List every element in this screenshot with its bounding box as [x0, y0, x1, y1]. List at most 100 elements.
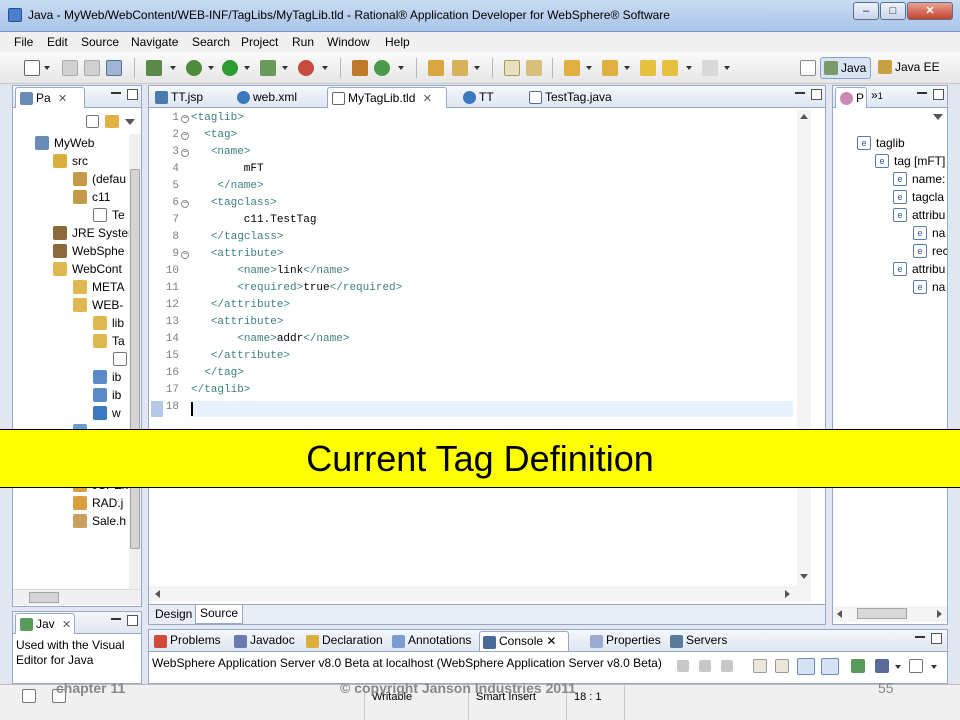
- outline-item[interactable]: e tagcla: [893, 188, 947, 206]
- new-class-dropdown-icon[interactable]: [398, 66, 404, 70]
- tree-item[interactable]: WebSphe: [53, 242, 129, 260]
- tab-javadoc[interactable]: Javadoc: [231, 631, 301, 651]
- outline-item[interactable]: e rec: [913, 242, 947, 260]
- run-icon[interactable]: [222, 60, 238, 76]
- maximize-view-icon[interactable]: [811, 89, 822, 100]
- new-dropdown-icon[interactable]: [44, 66, 50, 70]
- fold-toggle-icon[interactable]: −: [181, 132, 189, 140]
- tab-package-explorer[interactable]: Pa ✕: [15, 87, 85, 108]
- scroll-down-icon[interactable]: [800, 574, 808, 579]
- clear-console-icon[interactable]: [753, 659, 767, 673]
- show-on-error-icon[interactable]: [821, 658, 839, 675]
- tree-item[interactable]: ib: [93, 368, 129, 386]
- menu-source[interactable]: Source: [81, 35, 119, 49]
- show-on-output-icon[interactable]: [797, 658, 815, 675]
- scroll-up-icon[interactable]: [800, 114, 808, 119]
- collapse-all-icon[interactable]: [86, 115, 99, 128]
- fold-toggle-icon[interactable]: −: [181, 149, 189, 157]
- open-console-dropdown-icon[interactable]: [931, 665, 937, 669]
- display-console-icon[interactable]: [875, 659, 889, 673]
- terminate-icon[interactable]: [677, 660, 689, 672]
- explorer-hscrollbar[interactable]: [13, 589, 141, 605]
- scroll-lock-icon[interactable]: [775, 659, 789, 673]
- tree-item[interactable]: MyWeb: [35, 134, 129, 152]
- tab-web-xml[interactable]: web.xml: [233, 87, 323, 108]
- back-icon[interactable]: [662, 60, 678, 76]
- menu-file[interactable]: File: [14, 35, 33, 49]
- scroll-left-icon[interactable]: [837, 610, 842, 618]
- maximize-view-icon[interactable]: [931, 633, 942, 644]
- explorer-vscrollbar[interactable]: [129, 134, 141, 589]
- tree-item[interactable]: w: [93, 404, 129, 422]
- external-tools-icon[interactable]: [298, 60, 314, 76]
- tree-item[interactable]: Sale.h: [73, 512, 129, 530]
- previous-annotation-icon[interactable]: [602, 60, 618, 76]
- new-icon[interactable]: [24, 60, 40, 76]
- outline-item[interactable]: e attribu: [893, 260, 947, 278]
- menu-edit[interactable]: Edit: [47, 35, 68, 49]
- build-icon[interactable]: [146, 60, 162, 76]
- toggle-mark-icon[interactable]: [526, 60, 542, 76]
- new-java-project-icon[interactable]: [352, 60, 368, 76]
- outline-item[interactable]: e na: [913, 278, 947, 296]
- open-type-icon[interactable]: [428, 60, 444, 76]
- annotation-icon[interactable]: [504, 60, 520, 76]
- tab-tt-browser[interactable]: TT: [459, 87, 519, 108]
- tree-item[interactable]: src: [53, 152, 129, 170]
- profile-icon[interactable]: [260, 60, 276, 76]
- open-console-icon[interactable]: [909, 659, 923, 673]
- explorer-vscroll-thumb[interactable]: [130, 169, 140, 549]
- tab-servers[interactable]: Servers: [667, 631, 731, 651]
- scroll-right-icon[interactable]: [937, 610, 942, 618]
- menu-help[interactable]: Help: [385, 35, 410, 49]
- pin-console-icon[interactable]: [851, 659, 865, 673]
- tree-item[interactable]: lib: [93, 314, 129, 332]
- view-menu-icon[interactable]: [125, 119, 135, 125]
- minimize-view-icon[interactable]: [111, 618, 121, 620]
- outline-item[interactable]: e taglib: [857, 134, 947, 152]
- perspective-javaee[interactable]: Java EE: [875, 57, 945, 79]
- print-icon[interactable]: [106, 60, 122, 76]
- save-icon[interactable]: [62, 60, 78, 76]
- tab-source[interactable]: Source: [195, 605, 244, 624]
- tab-outline[interactable]: P: [835, 87, 867, 108]
- menu-project[interactable]: Project: [241, 35, 278, 49]
- close-icon[interactable]: ✕: [546, 634, 556, 648]
- explorer-hscroll-thumb[interactable]: [29, 592, 59, 603]
- perspective-java[interactable]: Java: [820, 57, 871, 79]
- debug-icon[interactable]: [186, 60, 202, 76]
- outline-item[interactable]: e na: [913, 224, 947, 242]
- tree-item[interactable]: Ta: [93, 332, 129, 350]
- tab-mytaglib-tld[interactable]: MyTagLib.tld ✕: [327, 87, 447, 108]
- close-icon[interactable]: ✕: [62, 619, 71, 631]
- tab-tt-jsp[interactable]: TT.jsp: [151, 87, 227, 108]
- tab-console[interactable]: Console ✕: [479, 631, 569, 651]
- view-menu-icon[interactable]: [933, 114, 943, 120]
- maximize-button[interactable]: □: [880, 2, 906, 20]
- save-all-icon[interactable]: [84, 60, 100, 76]
- menu-window[interactable]: Window: [327, 35, 370, 49]
- scroll-left-icon[interactable]: [155, 590, 160, 598]
- minimize-view-icon[interactable]: [915, 636, 925, 638]
- tab-annotations[interactable]: Annotations: [389, 631, 475, 651]
- scroll-right-icon[interactable]: [785, 590, 790, 598]
- outline-item[interactable]: e name:: [893, 170, 947, 188]
- search-dropdown-icon[interactable]: [474, 66, 480, 70]
- tree-item[interactable]: WEB-: [73, 296, 129, 314]
- maximize-view-icon[interactable]: [127, 615, 138, 626]
- tree-item[interactable]: WebCont: [53, 260, 129, 278]
- minimize-view-icon[interactable]: [795, 92, 805, 94]
- minimize-button[interactable]: ‒: [853, 2, 879, 20]
- tab-declaration[interactable]: Declaration: [303, 631, 383, 651]
- fast-view-icon[interactable]: [22, 689, 36, 703]
- tree-item[interactable]: [113, 350, 129, 368]
- external-tools-dropdown-icon[interactable]: [322, 66, 328, 70]
- fold-toggle-icon[interactable]: −: [181, 251, 189, 259]
- run-dropdown-icon[interactable]: [244, 66, 250, 70]
- outline-hscroll-thumb[interactable]: [857, 608, 907, 619]
- tab-properties[interactable]: Properties: [587, 631, 663, 651]
- previous-annotation-dropdown-icon[interactable]: [624, 66, 630, 70]
- forward-icon[interactable]: [702, 60, 718, 76]
- more-views-button[interactable]: »1: [871, 88, 883, 103]
- tree-item[interactable]: META: [73, 278, 129, 296]
